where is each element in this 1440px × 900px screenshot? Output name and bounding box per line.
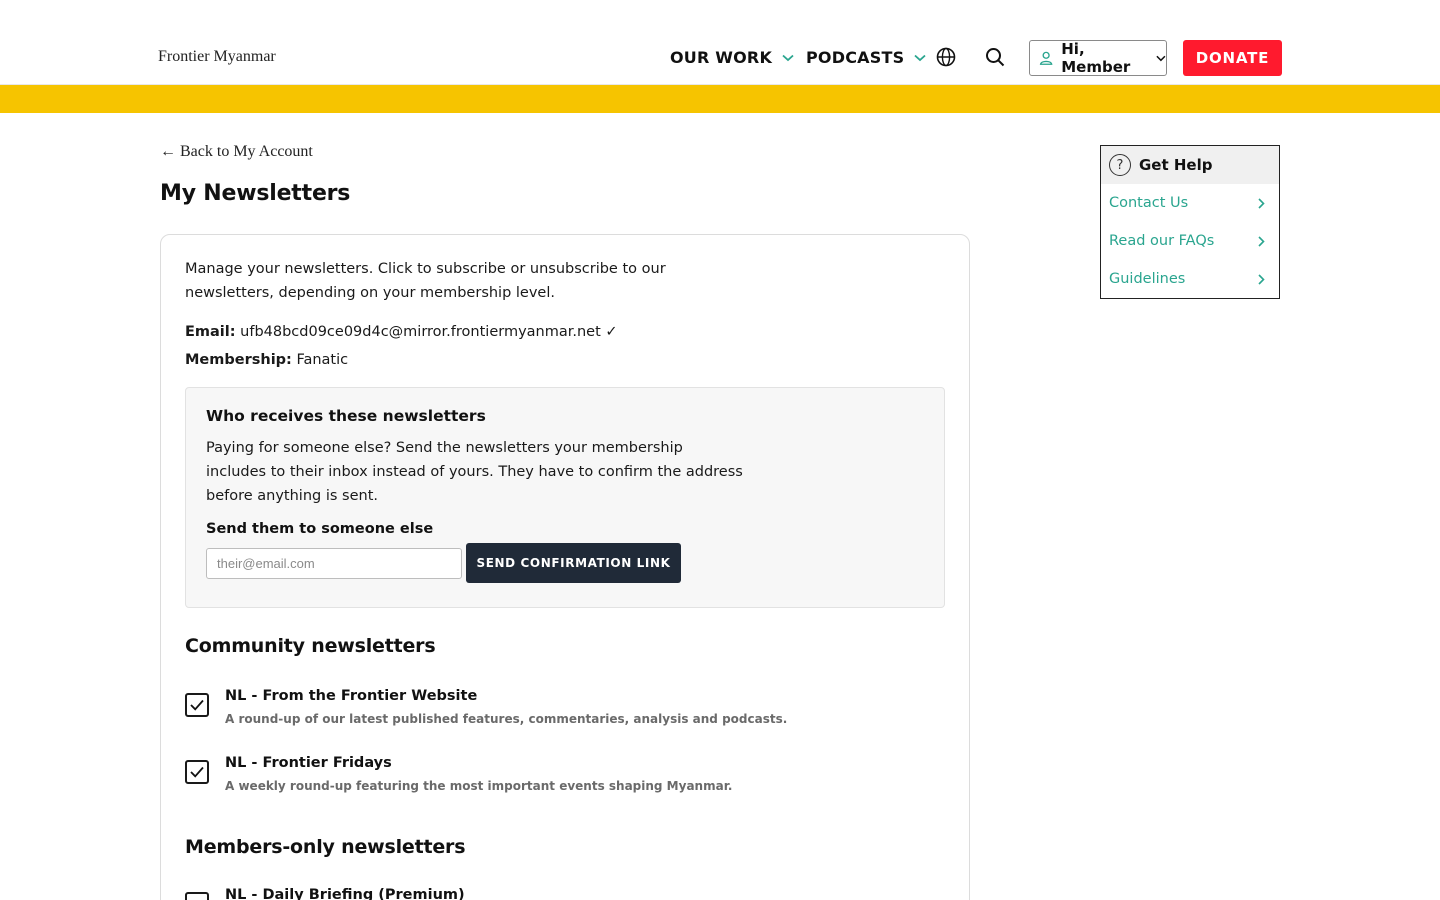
- site-header: Frontier Myanmar OUR WORK PODCASTS Hi, M…: [0, 0, 1440, 85]
- newsletter-checkbox[interactable]: [185, 892, 209, 900]
- newsletter-checkbox[interactable]: [185, 693, 209, 717]
- recipient-description: Paying for someone else? Send the newsle…: [206, 440, 743, 504]
- newsletters-card: Manage your newsletters. Click to subscr…: [160, 234, 970, 900]
- member-label: Hi, Member: [1061, 40, 1131, 76]
- nav-podcasts[interactable]: PODCASTS: [806, 48, 926, 67]
- help-link-label: Guidelines: [1109, 271, 1186, 287]
- site-logo[interactable]: Frontier Myanmar: [158, 48, 276, 66]
- newsletter-description: A weekly round-up featuring the most imp…: [225, 779, 733, 793]
- logo-alt-text: Frontier Myanmar: [158, 48, 276, 65]
- newsletter-name: NL - Frontier Fridays: [225, 755, 392, 771]
- help-panel: ? Get Help Contact Us Read our FAQs Guid…: [1100, 145, 1280, 299]
- search-icon[interactable]: [984, 46, 1006, 68]
- donate-button[interactable]: DONATE: [1183, 40, 1282, 76]
- email-value: ufb48bcd09ce09d4c@mirror.frontiermyanmar…: [240, 324, 618, 340]
- recipient-box: Who receives these newsletters Paying fo…: [185, 387, 945, 608]
- member-menu-button[interactable]: Hi, Member: [1029, 40, 1167, 76]
- recipient-email-input[interactable]: [206, 548, 462, 579]
- members-section-title: Members-only newsletters: [185, 836, 466, 858]
- email-row: Email: ufb48bcd09ce09d4c@mirror.frontier…: [185, 324, 618, 340]
- community-section-title: Community newsletters: [185, 635, 436, 657]
- email-label: Email:: [185, 324, 236, 340]
- chevron-down-icon: [1156, 55, 1166, 61]
- donate-label: DONATE: [1195, 49, 1270, 67]
- recipient-field-label: Send them to someone else: [206, 521, 434, 537]
- help-link-guidelines[interactable]: Guidelines: [1101, 260, 1279, 298]
- chevron-right-icon: [1258, 273, 1265, 285]
- checkmark-icon: [190, 766, 204, 778]
- help-link-label: Read our FAQs: [1109, 233, 1215, 249]
- newsletter-description: A round-up of our latest published featu…: [225, 712, 788, 726]
- chevron-right-icon: [1258, 235, 1265, 247]
- newsletter-name: NL - From the Frontier Website: [225, 688, 478, 704]
- chevron-down-icon: [782, 54, 794, 61]
- back-to-account-link[interactable]: ← Back to My Account: [160, 143, 313, 161]
- membership-value: Fanatic: [296, 352, 349, 368]
- newsletter-checkbox[interactable]: [185, 760, 209, 784]
- newsletter-name: NL - Daily Briefing (Premium): [225, 887, 465, 900]
- back-link-label: Back to My Account: [180, 143, 313, 160]
- globe-icon[interactable]: [935, 46, 957, 68]
- recipient-title: Who receives these newsletters: [206, 407, 486, 425]
- page-title: My Newsletters: [160, 181, 351, 206]
- nav-our-work-label: OUR WORK: [670, 48, 773, 67]
- arrow-left-icon: ←: [160, 143, 176, 160]
- send-confirmation-button[interactable]: SEND CONFIRMATION LINK: [466, 543, 681, 583]
- nav-our-work[interactable]: OUR WORK: [670, 48, 794, 67]
- help-title: Get Help: [1139, 156, 1213, 174]
- membership-label: Membership:: [185, 352, 292, 368]
- help-header: ? Get Help: [1101, 146, 1279, 184]
- chevron-right-icon: [1258, 197, 1265, 209]
- help-link-label: Contact Us: [1109, 195, 1189, 211]
- nav-podcasts-label: PODCASTS: [806, 48, 905, 67]
- membership-row: Membership: Fanatic: [185, 352, 348, 368]
- question-icon: ?: [1109, 154, 1131, 176]
- help-link-contact[interactable]: Contact Us: [1101, 184, 1279, 222]
- user-icon: [1039, 51, 1053, 65]
- help-link-faqs[interactable]: Read our FAQs: [1101, 222, 1279, 260]
- intro-text: Manage your newsletters. Click to subscr…: [185, 261, 666, 301]
- chevron-down-icon: [914, 54, 926, 61]
- checkmark-icon: [190, 699, 204, 711]
